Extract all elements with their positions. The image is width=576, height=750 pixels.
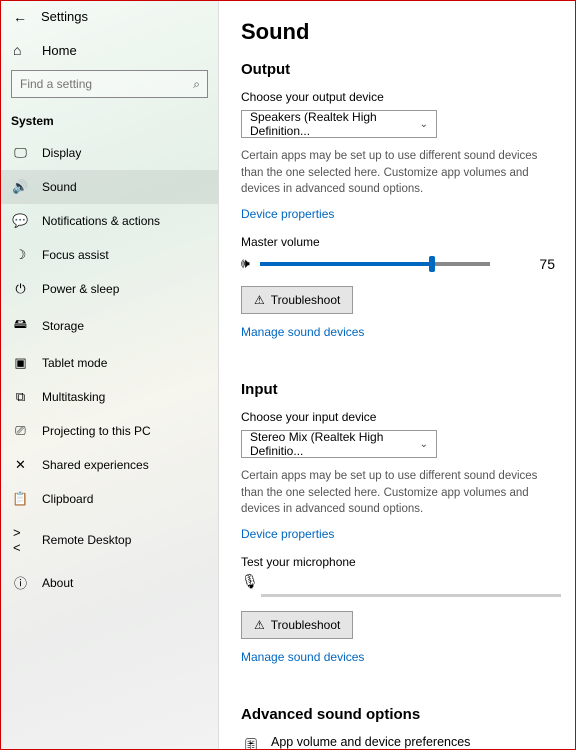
input-device-select[interactable]: Stereo Mix (Realtek High Definitio... ⌄ <box>241 430 437 458</box>
sidebar-item-sound[interactable]: 🔊 Sound <box>1 170 218 204</box>
chevron-down-icon: ⌄ <box>420 119 428 130</box>
sidebar-item-display[interactable]: 🖵 Display <box>1 136 218 170</box>
nav-icon: 🖴 <box>13 315 28 337</box>
sidebar-item-storage[interactable]: 🖴 Storage <box>1 306 218 346</box>
troubleshoot-label: Troubleshoot <box>271 618 341 632</box>
input-device-label: Choose your input device <box>241 410 555 424</box>
sidebar-item-shared-experiences[interactable]: ✕ Shared experiences <box>1 448 218 482</box>
advanced-item-title: App volume and device preferences <box>271 735 555 749</box>
input-heading: Input <box>241 381 555 398</box>
nav-label: About <box>42 576 73 590</box>
output-manage-devices-link[interactable]: Manage sound devices <box>241 325 364 339</box>
test-mic-label: Test your microphone <box>241 555 555 569</box>
volume-slider[interactable] <box>260 262 490 266</box>
nav-label: Shared experiences <box>42 458 149 472</box>
master-volume-label: Master volume <box>241 235 555 249</box>
nav-icon: 💬 <box>13 213 28 229</box>
nav-icon: ▣ <box>13 355 28 371</box>
nav-icon: ✕ <box>13 457 28 473</box>
sidebar-item-clipboard[interactable]: 📋 Clipboard <box>1 482 218 516</box>
nav-label: Projecting to this PC <box>42 424 151 438</box>
nav-icon: 📋 <box>13 491 28 507</box>
mic-level-bar <box>261 594 561 597</box>
sliders-icon: 🎚 <box>241 737 259 749</box>
input-troubleshoot-button[interactable]: ⚠ Troubleshoot <box>241 611 353 639</box>
output-device-properties-link[interactable]: Device properties <box>241 207 334 221</box>
nav-label: Storage <box>42 319 84 333</box>
nav-label: Multitasking <box>42 390 105 404</box>
nav-icon: ⓘ <box>13 573 28 592</box>
warning-icon: ⚠ <box>254 293 265 307</box>
nav-label: Clipboard <box>42 492 93 506</box>
back-icon[interactable]: ← <box>13 10 27 24</box>
output-heading: Output <box>241 61 555 78</box>
sidebar-item-about[interactable]: ⓘ About <box>1 564 218 601</box>
output-device-label: Choose your output device <box>241 90 555 104</box>
advanced-heading: Advanced sound options <box>241 706 555 723</box>
nav-icon: >< <box>13 525 28 555</box>
troubleshoot-label: Troubleshoot <box>271 293 341 307</box>
output-help-text: Certain apps may be set up to use differ… <box>241 148 551 198</box>
output-device-select[interactable]: Speakers (Realtek High Definition... ⌄ <box>241 110 437 138</box>
input-device-properties-link[interactable]: Device properties <box>241 527 334 541</box>
nav-icon: ⏻ <box>13 281 28 297</box>
warning-icon: ⚠ <box>254 618 265 632</box>
microphone-icon: 🎙 <box>241 573 259 590</box>
nav-label: Power & sleep <box>42 282 119 296</box>
input-help-text: Certain apps may be set up to use differ… <box>241 468 551 518</box>
sidebar-item-notifications-actions[interactable]: 💬 Notifications & actions <box>1 204 218 238</box>
app-title: Settings <box>41 9 88 24</box>
category-header: System <box>1 108 218 136</box>
nav-label: Tablet mode <box>42 356 107 370</box>
nav-icon: ☽ <box>13 247 28 263</box>
sidebar-item-focus-assist[interactable]: ☽ Focus assist <box>1 238 218 272</box>
nav-label: Remote Desktop <box>42 533 131 547</box>
home-label: Home <box>42 43 77 58</box>
input-device-value: Stereo Mix (Realtek High Definitio... <box>250 430 420 458</box>
nav-icon: ⎚ <box>13 423 28 439</box>
output-troubleshoot-button[interactable]: ⚠ Troubleshoot <box>241 286 353 314</box>
home-icon: ⌂ <box>13 42 28 58</box>
sidebar-item-projecting-to-this-pc[interactable]: ⎚ Projecting to this PC <box>1 414 218 448</box>
speaker-icon: 🕪 <box>241 255 250 272</box>
sidebar-item-power-sleep[interactable]: ⏻ Power & sleep <box>1 272 218 306</box>
nav-icon: 🔊 <box>13 179 28 195</box>
nav-label: Notifications & actions <box>42 214 160 228</box>
output-device-value: Speakers (Realtek High Definition... <box>250 110 420 138</box>
nav-icon: ⧉ <box>13 389 28 405</box>
app-volume-preferences-item[interactable]: 🎚 App volume and device preferences Cust… <box>241 735 555 749</box>
nav-label: Display <box>42 146 81 160</box>
sidebar-item-tablet-mode[interactable]: ▣ Tablet mode <box>1 346 218 380</box>
home-button[interactable]: ⌂ Home <box>1 34 218 66</box>
slider-thumb[interactable] <box>429 256 435 272</box>
volume-value: 75 <box>539 256 555 272</box>
sidebar-item-multitasking[interactable]: ⧉ Multitasking <box>1 380 218 414</box>
nav-label: Sound <box>42 180 77 194</box>
input-manage-devices-link[interactable]: Manage sound devices <box>241 650 364 664</box>
sidebar-item-remote-desktop[interactable]: >< Remote Desktop <box>1 516 218 564</box>
page-title: Sound <box>241 19 555 45</box>
nav-icon: 🖵 <box>13 145 28 161</box>
chevron-down-icon: ⌄ <box>420 439 428 450</box>
nav-label: Focus assist <box>42 248 109 262</box>
search-input[interactable] <box>11 70 208 98</box>
